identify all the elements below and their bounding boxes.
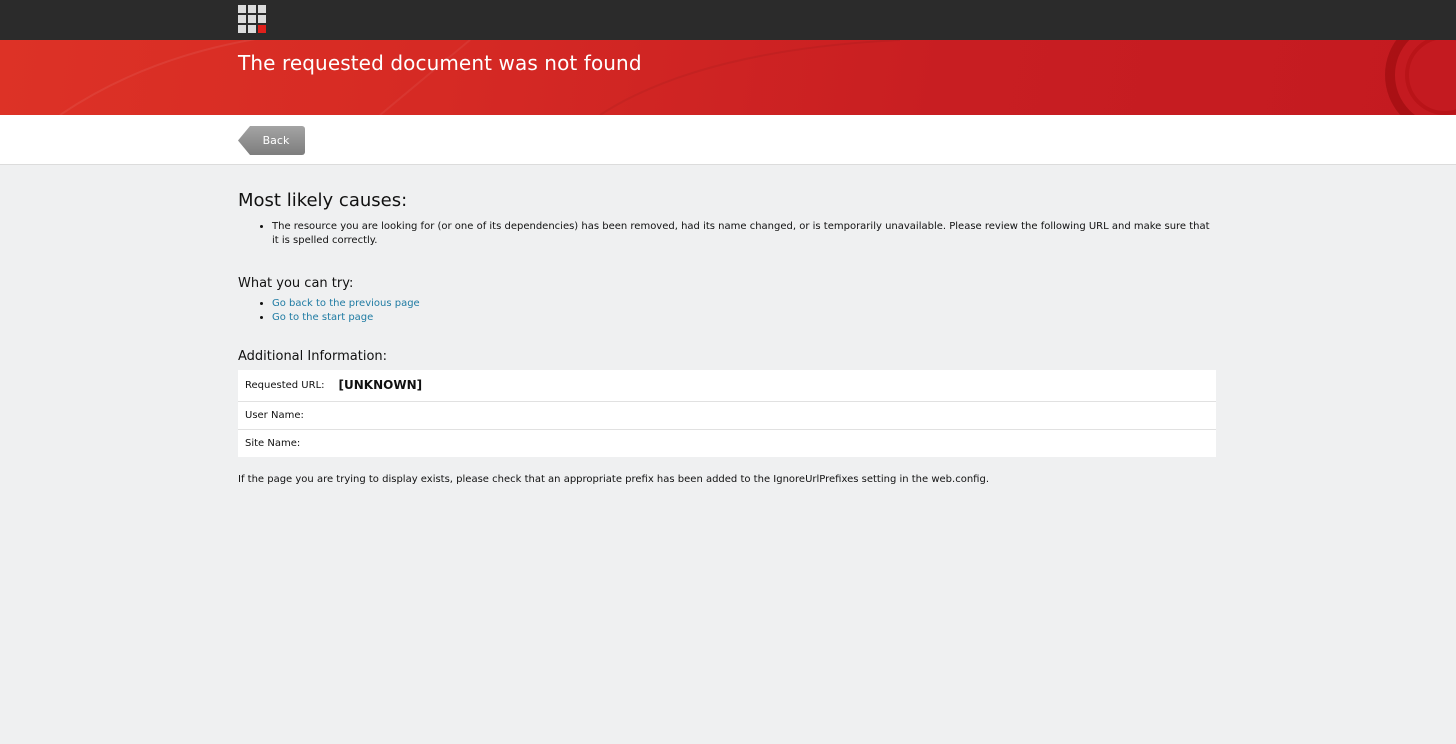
causes-heading: Most likely causes: bbox=[238, 190, 408, 211]
info-table: Requested URL: [UNKNOWN] User Name: Site… bbox=[238, 370, 1216, 457]
user-name-label: User Name: bbox=[238, 401, 332, 430]
banner-decoration bbox=[59, 40, 1456, 115]
top-bar bbox=[0, 0, 1456, 40]
info-heading: Additional Information: bbox=[238, 349, 388, 364]
table-row: Requested URL: [UNKNOWN] bbox=[238, 370, 1216, 402]
app-grid-logo-icon[interactable] bbox=[238, 5, 266, 33]
causes-list: The resource you are looking for (or one… bbox=[238, 220, 1216, 248]
table-row: User Name: bbox=[238, 401, 1216, 430]
requested-url-label: Requested URL: bbox=[238, 370, 332, 402]
try-item: Go back to the previous page bbox=[272, 297, 1216, 311]
config-note: If the page you are trying to display ex… bbox=[238, 474, 989, 485]
site-name-label: Site Name: bbox=[245, 437, 301, 449]
try-list: Go back to the previous page Go to the s… bbox=[238, 297, 1216, 325]
cause-item: The resource you are looking for (or one… bbox=[272, 220, 1216, 248]
table-row: Site Name: bbox=[238, 429, 1216, 457]
go-back-link[interactable]: Go back to the previous page bbox=[272, 298, 420, 309]
try-heading: What you can try: bbox=[238, 276, 354, 291]
toolbar: Back bbox=[0, 115, 1456, 165]
page-title: The requested document was not found bbox=[238, 51, 642, 75]
requested-url-value: [UNKNOWN] bbox=[331, 370, 1216, 402]
start-page-link[interactable]: Go to the start page bbox=[272, 312, 373, 323]
error-banner: The requested document was not found bbox=[0, 40, 1456, 115]
try-item: Go to the start page bbox=[272, 311, 1216, 325]
back-button[interactable]: Back bbox=[238, 126, 305, 155]
site-name-value bbox=[332, 429, 1216, 457]
main-content: Most likely causes: The resource you are… bbox=[238, 190, 1216, 487]
user-name-value bbox=[331, 401, 1216, 430]
